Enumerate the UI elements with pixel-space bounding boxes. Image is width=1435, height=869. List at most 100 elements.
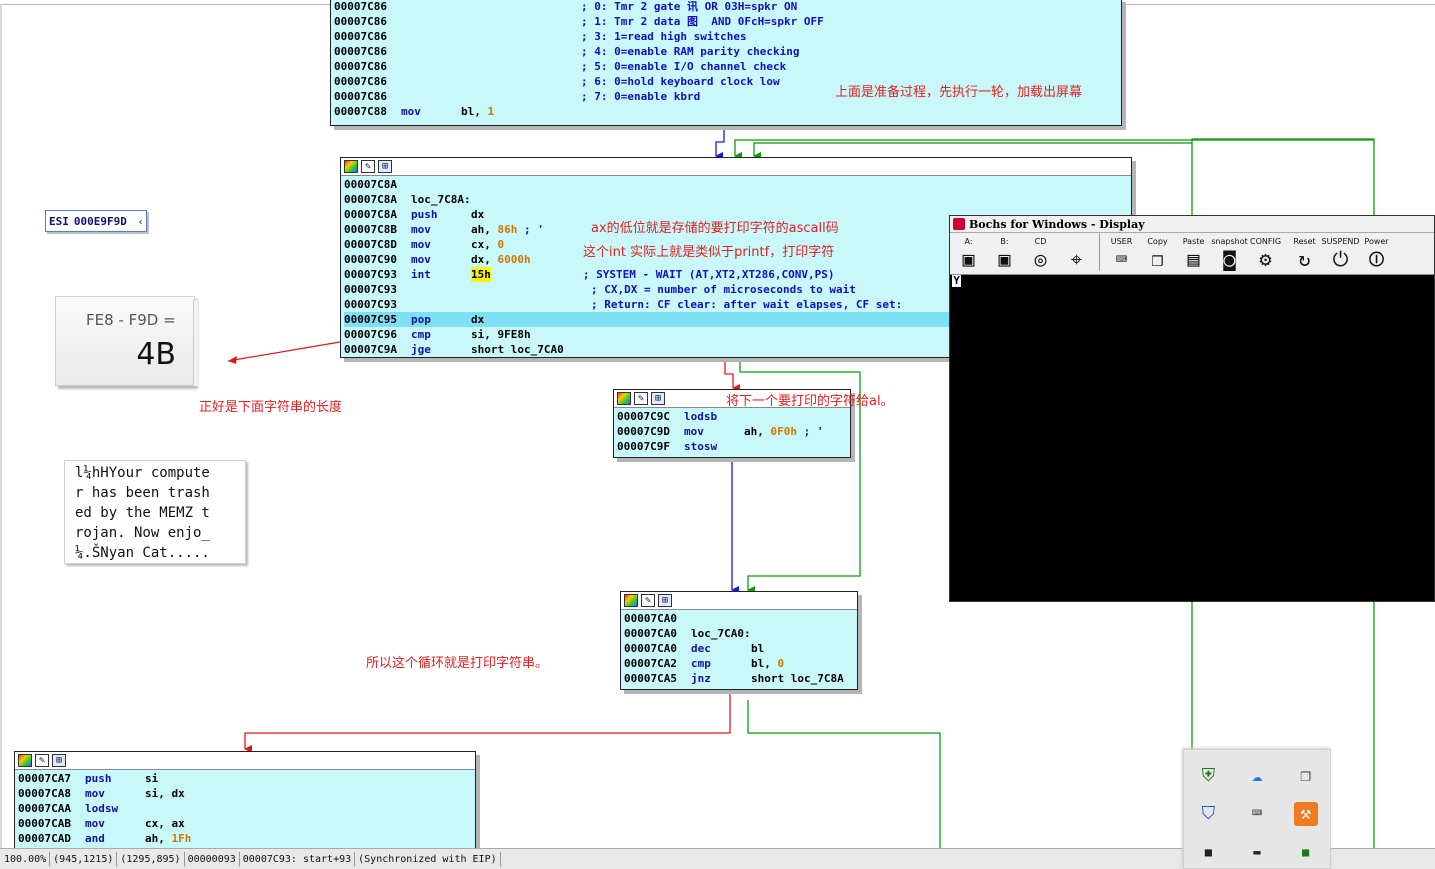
code-line[interactable]: 00007C86 ; 0: Tmr 2 gate 讯 OR 03H=spkr ON	[334, 0, 1118, 14]
code-line[interactable]: 00007C86 ; 4: 0=enable RAM parity checkin…	[334, 44, 1118, 59]
string-line: r has been trash	[75, 485, 210, 501]
code-line[interactable]: 00007C86 ; 1: Tmr 2 data 图 AND 0FcH=spkr …	[334, 14, 1118, 29]
code-block-loc-7CA0[interactable]: ✎ ⊞ 00007CA0 00007CA0 loc_7CA0: 00007CA0 dec…	[620, 591, 858, 690]
code-line[interactable]: 00007CA0 loc_7CA0:	[624, 626, 854, 641]
cdrom-button[interactable]: CD ◎	[1024, 233, 1057, 271]
code-lines: 00007CA0 00007CA0 loc_7CA0: 00007CA0 dec bl 00…	[621, 610, 857, 688]
code-line[interactable]: 00007C86 ; 5: 0=enable I/O channel check	[334, 59, 1118, 74]
instruction-comment: ; 4: 0=enable RAM parity checking	[581, 45, 800, 58]
snapshot-button[interactable]: snapshot ◙	[1211, 233, 1248, 271]
status-address: 00007C93: start+93	[240, 851, 356, 867]
floppy-b-button[interactable]: B: ▣	[988, 233, 1021, 271]
graph-overview-icon[interactable]: ⊞	[658, 594, 672, 607]
code-line[interactable]: 00007CA2 cmp bl, 0	[624, 656, 854, 671]
instruction-mnemonic: lodsb	[684, 410, 718, 423]
code-line[interactable]: 00007CA0	[624, 611, 854, 626]
instruction-address: 00007C8A	[344, 178, 397, 191]
paste-button[interactable]: Paste ▤	[1177, 233, 1210, 271]
instruction-mnemonic: jnz	[691, 672, 711, 685]
code-line[interactable]: 00007C88 mov bl, 1	[334, 104, 1118, 119]
code-line[interactable]: 00007C9C lodsb	[617, 409, 847, 424]
color-palette-icon[interactable]	[344, 160, 358, 173]
instruction-mnemonic: dec	[691, 642, 711, 655]
suspend-icon: ⏻	[1332, 247, 1349, 271]
code-line[interactable]: 00007CA0 dec bl	[624, 641, 854, 656]
toolbar-label: CONFIG	[1249, 237, 1282, 246]
code-line[interactable]: 00007C9F stosw	[617, 439, 847, 454]
instruction-address: 00007C86	[334, 60, 387, 73]
instruction-comment: ; 3: 1=read high switches	[581, 30, 747, 43]
code-lines: 00007CA7 push si 00007CA8 mov si, dx 00007CAA l…	[15, 770, 475, 848]
instruction-address: 00007C86	[334, 75, 387, 88]
code-line[interactable]: 00007C9D mov ah, 0F0h ; '	[617, 424, 847, 439]
register-name: ESI	[49, 214, 69, 228]
chevron-right-icon[interactable]: ‹	[137, 215, 146, 228]
immediate-value: 6000h	[497, 253, 531, 266]
status-mouse-pos: (1295,895)	[117, 851, 185, 867]
bochs-title-bar[interactable]: Bochs for Windows - Display	[950, 216, 1434, 233]
mouse-button[interactable]: ⌖	[1060, 233, 1093, 271]
code-line[interactable]: 00007CA7 push si	[18, 771, 472, 786]
copy-button[interactable]: Copy ❐	[1141, 233, 1174, 271]
user-button[interactable]: USER ⌨	[1105, 233, 1138, 271]
code-line[interactable]: 00007CAB mov cx, ax	[18, 816, 472, 831]
instruction-comment: ; CX,DX = number of microseconds to wait	[591, 283, 856, 296]
baidu-netdisk-icon[interactable]: ☁	[1245, 764, 1269, 788]
tray-row: ⛉ ⌨ ⚒	[1184, 788, 1330, 826]
bochs-screen[interactable]: Y	[950, 275, 1434, 601]
graph-overview-icon[interactable]: ⊞	[378, 160, 392, 173]
edge-top-to-loop	[715, 126, 725, 160]
instruction-mnemonic: mov	[401, 105, 421, 118]
power-button[interactable]: Power ⏼	[1360, 233, 1393, 271]
rename-icon[interactable]: ✎	[634, 392, 648, 405]
tray-row: ■ ▬ ■	[1184, 826, 1330, 864]
instruction-address: 00007C96	[344, 328, 397, 341]
config-button[interactable]: CONFIG ⚙	[1249, 233, 1282, 271]
code-line[interactable]: 00007C8A	[344, 177, 1128, 192]
code-line[interactable]: 00007CAA lodsw	[18, 801, 472, 816]
floppy-a-button[interactable]: A: ▣	[952, 233, 985, 271]
code-line[interactable]: 00007C86 ; 3: 1=read high switches	[334, 29, 1118, 44]
color-palette-icon[interactable]	[18, 754, 32, 767]
code-block-7CA7[interactable]: ✎ ⊞ 00007CA7 push si 00007CA8 mov si, dx 00007…	[14, 751, 476, 849]
tray-icon[interactable]: ■	[1196, 840, 1220, 864]
code-line[interactable]: 00007C8A loc_7C8A:	[344, 192, 1128, 207]
instruction-comment: ; '	[797, 425, 824, 438]
input-method-icon[interactable]: ⌨	[1245, 802, 1269, 826]
tray-icon[interactable]: ■	[1294, 840, 1318, 864]
config-icon: ⚙	[1259, 247, 1272, 271]
instruction-mnemonic: cmp	[691, 657, 711, 670]
toolbar-label: A:	[964, 237, 973, 246]
rename-icon[interactable]: ✎	[361, 160, 375, 173]
color-palette-icon[interactable]	[624, 594, 638, 607]
instruction-mnemonic: mov	[411, 238, 431, 251]
screen-text: Y	[952, 274, 961, 287]
string-line: rojan. Now enjo_	[75, 525, 210, 541]
instruction-operands: short loc_7C8A	[751, 672, 844, 685]
rename-icon[interactable]: ✎	[641, 594, 655, 607]
register-hint-esi: ESI 000E9F9D ‹	[45, 210, 147, 232]
instruction-address: 00007CA7	[18, 772, 71, 785]
graph-overview-icon[interactable]: ⊞	[651, 392, 665, 405]
code-line[interactable]: 00007CA5 jnz short loc_7C8A	[624, 671, 854, 686]
code-line[interactable]: 00007CA8 mov si, dx	[18, 786, 472, 801]
instruction-address: 00007C9D	[617, 425, 670, 438]
suspend-button[interactable]: SUSPEND ⏻	[1321, 233, 1359, 271]
graph-overview-icon[interactable]: ⊞	[52, 754, 66, 767]
defender-shield-icon[interactable]: ⛨	[1196, 764, 1220, 788]
instruction-operands: dx	[471, 313, 485, 326]
code-block-7C86[interactable]: 00007C86 ; 0: Tmr 2 gate 讯 OR 03H=spkr ON…	[330, 0, 1122, 126]
code-label: loc_7C8A:	[411, 193, 471, 206]
instruction-address: 00007C93	[344, 283, 397, 296]
tray-icon[interactable]: ▬	[1245, 840, 1269, 864]
bochs-display-window[interactable]: Bochs for Windows - Display A: ▣ B: ▣ CD…	[949, 215, 1435, 602]
security-shield-icon[interactable]: ⛉	[1196, 802, 1220, 826]
toolbar-label: Reset	[1293, 237, 1316, 246]
window-manager-icon[interactable]: ❐	[1294, 764, 1318, 788]
color-palette-icon[interactable]	[617, 392, 631, 405]
reset-button[interactable]: Reset ↻	[1288, 233, 1321, 271]
code-line[interactable]: 00007CAD and ah, 1Fh	[18, 831, 472, 846]
office-app-icon[interactable]: ⚒	[1293, 802, 1318, 826]
rename-icon[interactable]: ✎	[35, 754, 49, 767]
annotation-lodsb: 将下一个要打印的字符给al。	[726, 394, 894, 409]
